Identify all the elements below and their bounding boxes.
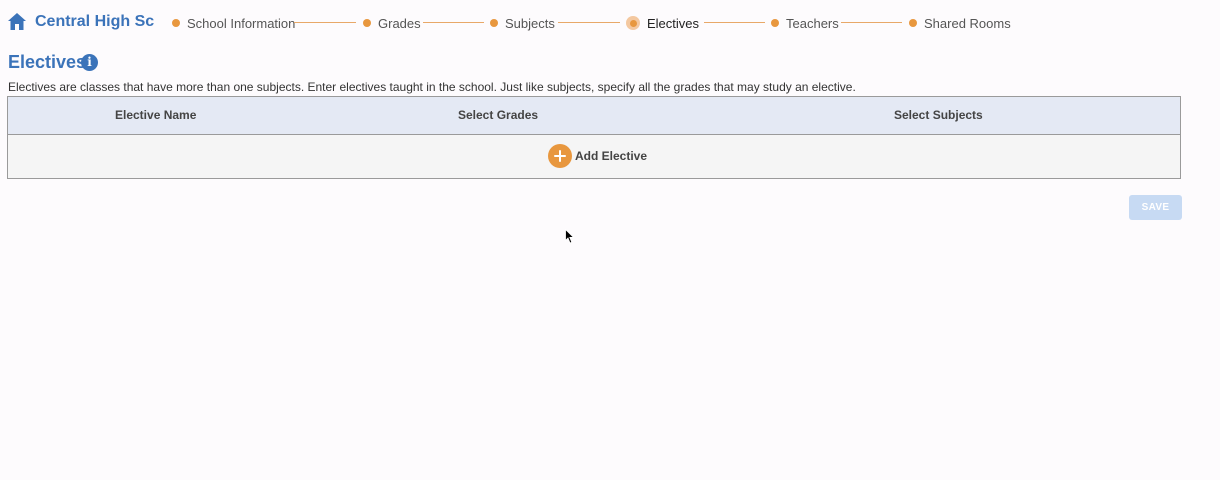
step-label: Electives — [647, 15, 700, 31]
step-dot-icon — [771, 19, 779, 27]
step-connector — [841, 22, 902, 23]
step-connector — [704, 22, 765, 23]
step-label: Teachers — [786, 15, 839, 31]
step-dot-icon — [909, 19, 917, 27]
step-teachers[interactable]: Teachers — [771, 14, 839, 32]
step-grades[interactable]: Grades — [363, 14, 421, 32]
step-dot-icon — [363, 19, 371, 27]
section-description: Electives are classes that have more tha… — [8, 80, 856, 94]
step-connector — [294, 22, 356, 23]
step-school-information[interactable]: School Information — [172, 14, 295, 32]
step-active-dot-icon — [626, 16, 640, 30]
column-header-elective-name: Elective Name — [115, 108, 197, 122]
column-header-select-grades: Select Grades — [458, 108, 539, 122]
mouse-pointer-icon — [565, 229, 575, 244]
step-electives[interactable]: Electives — [626, 14, 700, 32]
step-connector — [423, 22, 484, 23]
step-dot-icon — [172, 19, 180, 27]
table-header: Elective Name Select Grades Select Subje… — [8, 97, 1180, 135]
step-label: School Information — [187, 15, 296, 31]
step-label: Shared Rooms — [924, 15, 1011, 31]
column-header-select-subjects: Select Subjects — [894, 108, 983, 122]
step-connector — [558, 22, 620, 23]
table-body: Add Elective — [8, 135, 1180, 178]
step-label: Subjects — [505, 15, 555, 31]
school-name[interactable]: Central High Sc — [35, 13, 154, 31]
step-subjects[interactable]: Subjects — [490, 14, 555, 32]
step-dot-icon — [490, 19, 498, 27]
home-icon[interactable] — [8, 13, 26, 30]
save-button[interactable]: SAVE — [1129, 195, 1182, 220]
top-navigation: Central High Sc School Information Grade… — [0, 0, 1220, 46]
info-icon[interactable]: i — [81, 54, 98, 71]
add-elective-label: Add Elective — [575, 149, 648, 163]
step-label: Grades — [378, 15, 421, 31]
plus-circle-icon — [548, 144, 572, 168]
add-elective-button[interactable]: Add Elective — [548, 144, 647, 168]
step-shared-rooms[interactable]: Shared Rooms — [909, 14, 1011, 32]
electives-table: Elective Name Select Grades Select Subje… — [7, 96, 1181, 179]
page-title: Electives — [8, 52, 87, 72]
